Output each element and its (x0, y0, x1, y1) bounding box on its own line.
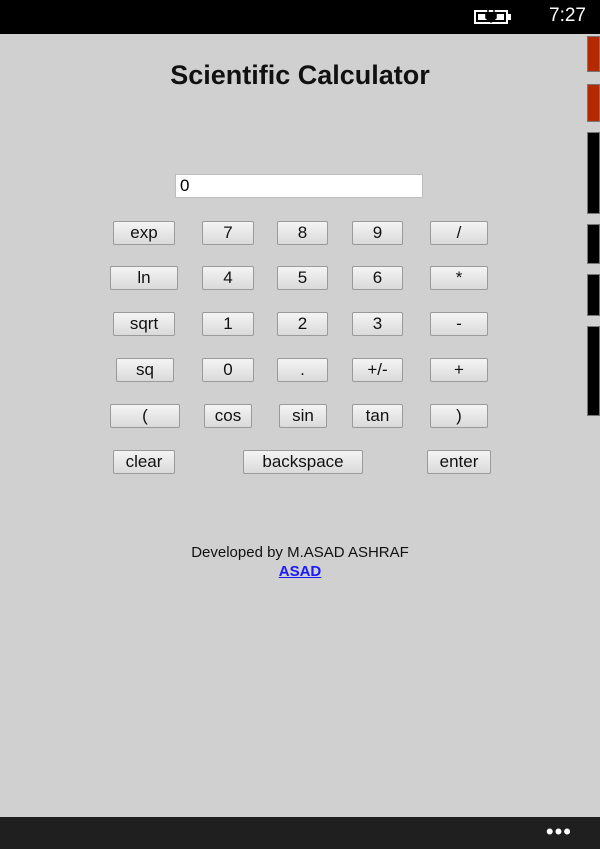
status-time: 7:27 (549, 5, 586, 26)
key-6-button[interactable]: 6 (352, 266, 403, 290)
clear-button[interactable]: clear (113, 450, 175, 474)
exp-button[interactable]: exp (113, 221, 175, 245)
sin-button[interactable]: sin (279, 404, 327, 428)
key-1-button[interactable]: 1 (202, 312, 254, 336)
key-2-button[interactable]: 2 (277, 312, 328, 336)
square-button[interactable]: sq (116, 358, 174, 382)
calculator-display[interactable]: 0 (175, 174, 423, 198)
cos-button[interactable]: cos (204, 404, 252, 428)
page-title: Scientific Calculator (170, 60, 430, 90)
developer-credit: Developed by M.ASAD ASHRAF (191, 544, 409, 561)
key-9-button[interactable]: 9 (352, 221, 403, 245)
multiply-button[interactable]: * (430, 266, 488, 290)
negate-button[interactable]: +/- (352, 358, 403, 382)
divide-button[interactable]: / (430, 221, 488, 245)
key-4-button[interactable]: 4 (202, 266, 254, 290)
frame-counter-overlay (587, 34, 600, 424)
status-bar: 7:27 (0, 0, 600, 34)
key-7-button[interactable]: 7 (202, 221, 254, 245)
overlay-counter-5 (587, 274, 600, 316)
close-paren-button[interactable]: ) (430, 404, 488, 428)
battery-charging-icon (474, 9, 511, 24)
key-3-button[interactable]: 3 (352, 312, 403, 336)
key-0-button[interactable]: 0 (202, 358, 254, 382)
tan-button[interactable]: tan (352, 404, 403, 428)
backspace-button[interactable]: backspace (243, 450, 363, 474)
enter-button[interactable]: enter (427, 450, 491, 474)
app-bar: ••• (0, 817, 600, 849)
sqrt-button[interactable]: sqrt (113, 312, 175, 336)
decimal-button[interactable]: . (277, 358, 328, 382)
subtract-button[interactable]: - (430, 312, 488, 336)
more-options-icon[interactable]: ••• (546, 821, 572, 843)
overlay-counter-2 (587, 84, 600, 122)
ln-button[interactable]: ln (110, 266, 178, 290)
key-8-button[interactable]: 8 (277, 221, 328, 245)
add-button[interactable]: + (430, 358, 488, 382)
overlay-counter-6 (587, 326, 600, 416)
open-paren-button[interactable]: ( (110, 404, 180, 428)
developer-link[interactable]: ASAD (0, 563, 600, 580)
overlay-counter-4 (587, 224, 600, 264)
key-5-button[interactable]: 5 (277, 266, 328, 290)
overlay-counter-3 (587, 132, 600, 214)
overlay-counter-1 (587, 36, 600, 72)
